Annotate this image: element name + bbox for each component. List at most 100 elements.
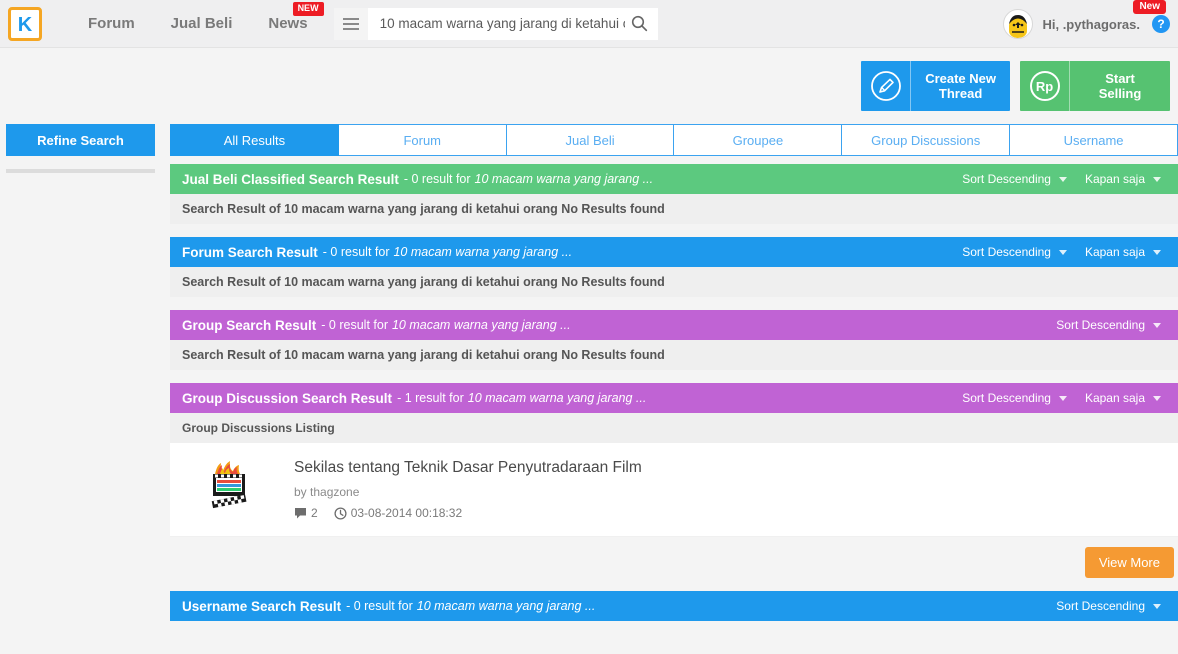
panel-body-text: Search Result of 10 macam warna yang jar… [182, 348, 665, 362]
site-logo[interactable]: K [8, 6, 42, 41]
tab-all-results[interactable]: All Results [170, 124, 339, 156]
action-button-row: Create New Thread Rp Start Selling [0, 48, 1178, 124]
avatar[interactable] [1003, 9, 1034, 39]
sort-dropdown-label: Sort Descending [1056, 318, 1145, 332]
search-area [333, 7, 658, 40]
thread-date: 03-08-2014 00:18:32 [350, 506, 463, 520]
chevron-down-icon [1058, 176, 1067, 182]
panel-header: Forum Search Result - 0 result for 10 ma… [170, 237, 1178, 267]
panel-controls: Sort Descending Kapan saja [955, 172, 1168, 186]
nav-item-forum-label: Forum [88, 14, 135, 32]
sort-dropdown[interactable]: Sort Descending [1049, 599, 1168, 613]
comment-count-group: 2 [294, 506, 318, 520]
tab-group-discussions-label: Group Discussions [871, 132, 981, 148]
chevron-down-icon [1058, 395, 1067, 401]
sort-dropdown-label: Sort Descending [1056, 599, 1145, 613]
list-item[interactable]: Sekilas tentang Teknik Dasar Penyutradar… [170, 443, 1178, 537]
sort-dropdown[interactable]: Sort Descending [955, 172, 1074, 186]
time-dropdown-label: Kapan saja [1084, 245, 1145, 259]
nav-item-jual-beli-label: Jual Beli [170, 14, 233, 32]
panel-header: Group Search Result - 0 result for 10 ma… [170, 310, 1178, 340]
refine-search-label: Refine Search [37, 132, 124, 148]
panel-title: Group Search Result [182, 317, 317, 333]
panel-title: Forum Search Result [182, 244, 318, 260]
create-thread-icon-wrap [861, 61, 912, 111]
search-input[interactable] [377, 15, 627, 32]
panel-jual-beli-classified: Jual Beli Classified Search Result - 0 r… [170, 164, 1178, 224]
tab-group-discussions[interactable]: Group Discussions [842, 124, 1011, 156]
sort-dropdown[interactable]: Sort Descending [955, 391, 1074, 405]
sort-dropdown-label: Sort Descending [962, 245, 1051, 259]
search-icon [631, 15, 647, 32]
thread-info: Sekilas tentang Teknik Dasar Penyutradar… [294, 457, 1166, 520]
start-selling-label: Start Selling [1098, 71, 1142, 101]
panel-header: Username Search Result - 0 result for 10… [170, 591, 1178, 621]
clock-icon [334, 506, 347, 520]
search-submit-button[interactable] [627, 15, 652, 32]
time-dropdown[interactable]: Kapan saja [1078, 391, 1168, 405]
tab-jual-beli[interactable]: Jual Beli [506, 124, 675, 156]
chevron-down-icon [1153, 603, 1161, 609]
nav-item-news[interactable]: NEW News [250, 0, 325, 48]
create-new-thread-button[interactable]: Create New Thread [861, 61, 1010, 111]
burning-clapperboard-icon [211, 461, 247, 509]
panel-result-count: - 0 result for [346, 599, 413, 613]
tab-all-results-label: All Results [223, 132, 286, 148]
start-selling-icon-wrap: Rp [1020, 61, 1070, 111]
page-content: Jual Beli Classified Search Result - 0 r… [0, 158, 1178, 634]
panel-title: Group Discussion Search Result [182, 390, 393, 406]
search-box [367, 7, 658, 40]
user-avatar-icon [1005, 11, 1032, 38]
panel-title: Jual Beli Classified Search Result [182, 171, 399, 187]
top-navigation-bar: K Forum Jual Beli NEW News 10 macam warn… [0, 0, 1178, 48]
user-greeting[interactable]: New Hi, .pythagoras. [1042, 0, 1166, 32]
time-dropdown[interactable]: Kapan saja [1078, 172, 1168, 186]
kaskus-k-icon: K [18, 14, 33, 35]
panel-controls: Sort Descending [1049, 318, 1168, 332]
chevron-down-icon [1153, 395, 1161, 401]
panel-query: 10 macam warna yang jarang ... [393, 245, 573, 259]
nav-item-forum[interactable]: Forum [70, 0, 153, 48]
pencil-icon [870, 71, 901, 101]
chevron-down-icon [1153, 322, 1161, 328]
panel-title: Username Search Result [182, 598, 342, 614]
time-dropdown[interactable]: Kapan saja [1078, 245, 1168, 259]
sort-dropdown[interactable]: Sort Descending [1049, 318, 1168, 332]
panel-controls: Sort Descending Kapan saja [955, 391, 1168, 405]
sidebar-divider [6, 169, 155, 173]
tab-forum[interactable]: Forum [338, 124, 507, 156]
group-discussions-listing-label: Group Discussions Listing [170, 413, 1178, 443]
rupiah-icon: Rp [1029, 71, 1060, 101]
tab-groupee-label: Groupee [732, 132, 784, 148]
tab-username[interactable]: Username [1010, 124, 1178, 156]
refine-search-button[interactable]: Refine Search [6, 124, 155, 156]
thread-thumbnail [200, 457, 256, 513]
user-area: New Hi, .pythagoras. ? [1003, 0, 1170, 48]
start-selling-button[interactable]: Rp Start Selling [1020, 61, 1170, 111]
time-dropdown-label: Kapan saja [1084, 172, 1145, 186]
thread-title-link[interactable]: Sekilas tentang Teknik Dasar Penyutradar… [294, 459, 1166, 477]
panel-body: Search Result of 10 macam warna yang jar… [170, 267, 1178, 297]
user-greeting-label: Hi, .pythagoras. [1042, 16, 1140, 32]
panel-group-discussion: Group Discussion Search Result - 1 resul… [170, 383, 1178, 578]
tab-groupee[interactable]: Groupee [674, 124, 843, 156]
hamburger-menu-icon[interactable] [333, 7, 368, 40]
panel-query: 10 macam warna yang jarang ... [467, 391, 647, 405]
sort-dropdown-label: Sort Descending [962, 172, 1051, 186]
panel-result-count: - 0 result for [321, 318, 388, 332]
panel-result-count: - 1 result for [397, 391, 464, 405]
comment-icon [295, 507, 306, 518]
tabs-row: Refine Search All Results Forum Jual Bel… [0, 124, 1178, 158]
panel-body-text: Search Result of 10 macam warna yang jar… [182, 202, 665, 216]
sort-dropdown-label: Sort Descending [962, 391, 1051, 405]
hamburger-line [342, 22, 359, 25]
view-more-button[interactable]: View More [1084, 547, 1174, 578]
sort-dropdown[interactable]: Sort Descending [955, 245, 1074, 259]
help-icon-label: ? [1157, 17, 1165, 31]
result-tabs: All Results Forum Jual Beli Groupee Grou… [170, 124, 1178, 156]
nav-item-jual-beli[interactable]: Jual Beli [153, 0, 251, 48]
chevron-down-icon [1153, 176, 1161, 182]
help-icon[interactable]: ? [1152, 15, 1170, 33]
tab-username-label: Username [1063, 132, 1124, 148]
panel-query: 10 macam warna yang jarang ... [416, 599, 596, 613]
